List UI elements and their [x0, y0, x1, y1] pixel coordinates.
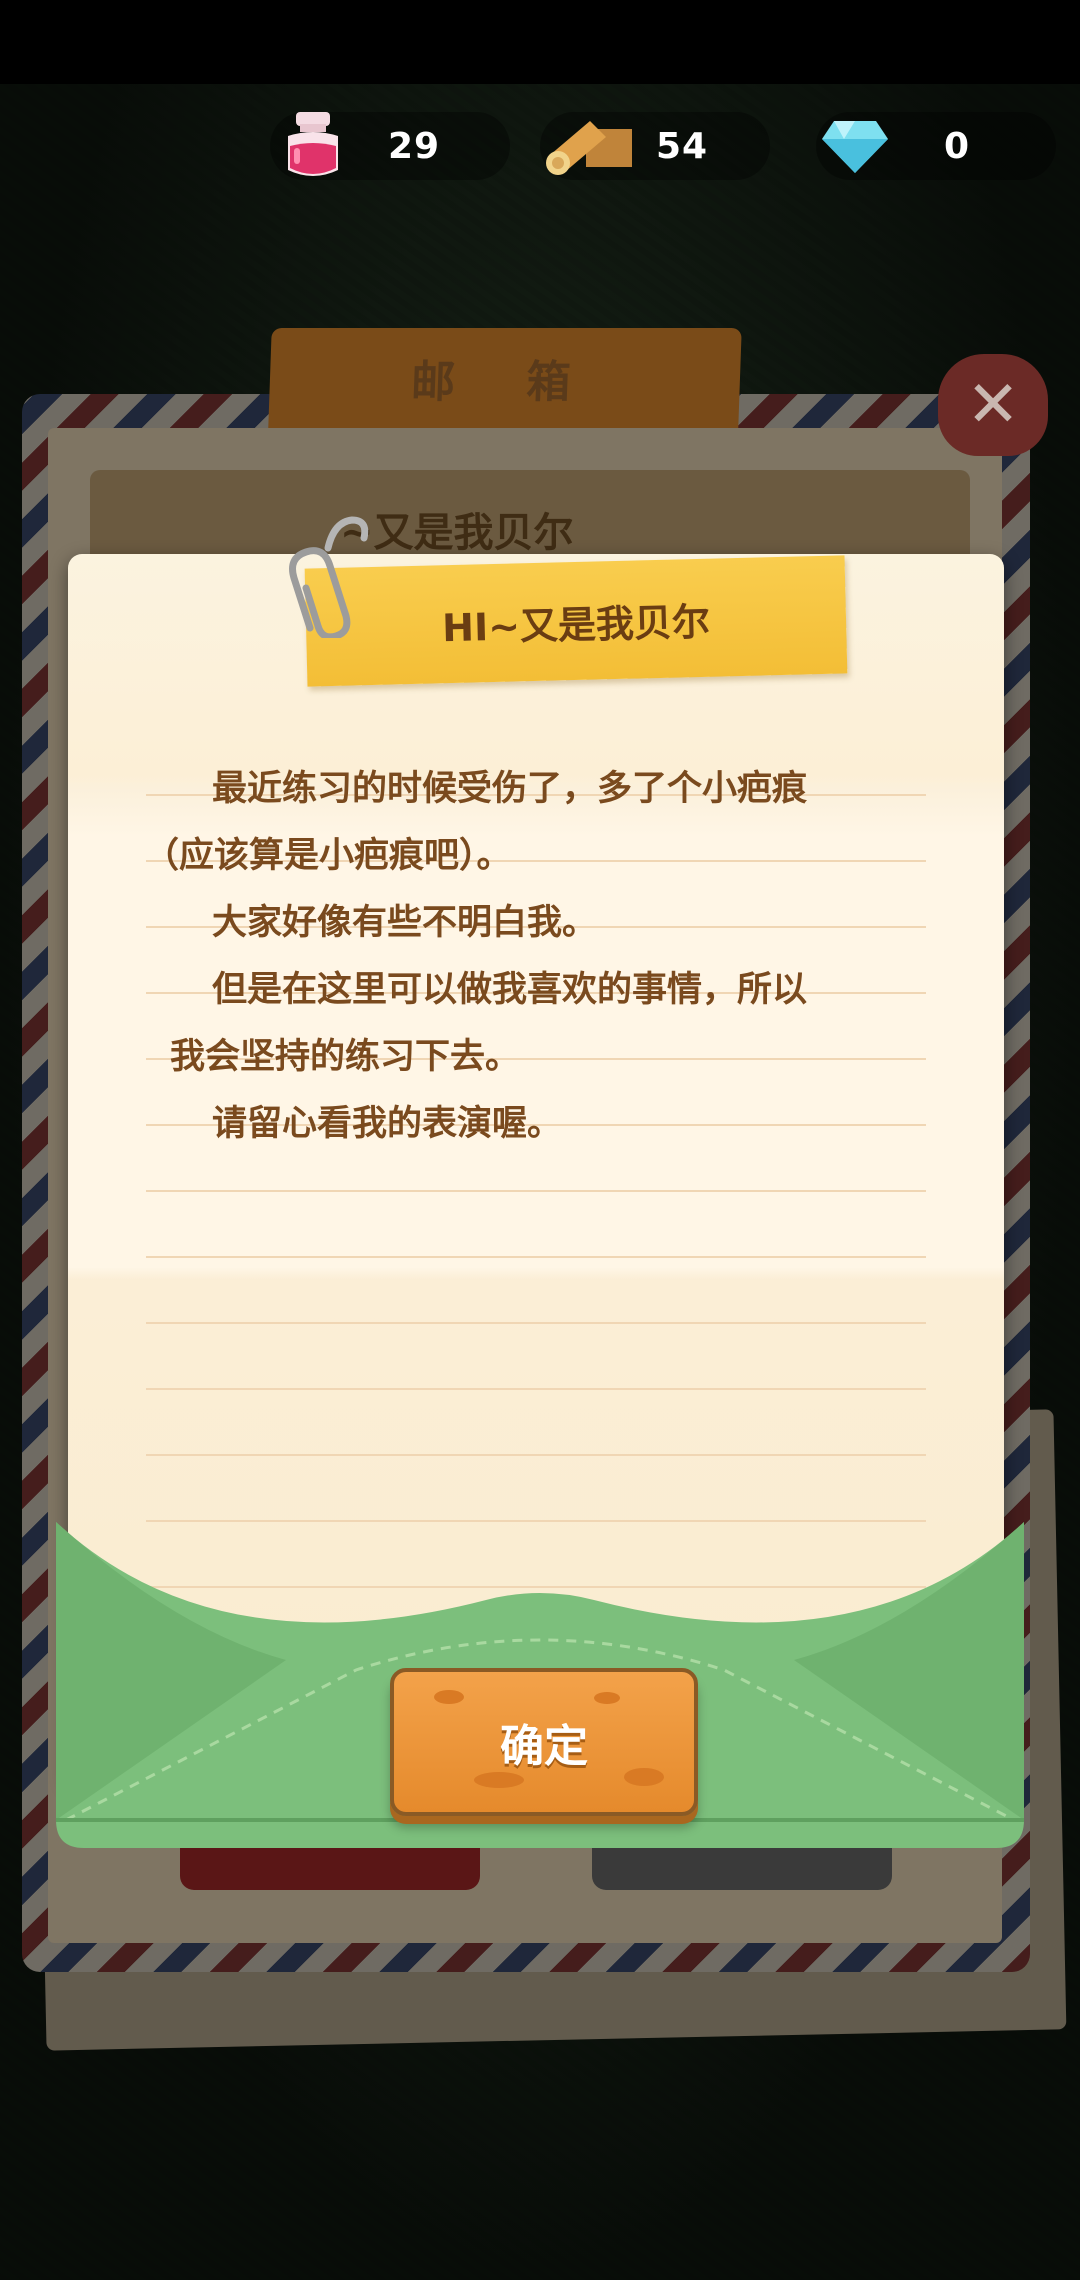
- diamond-icon: [822, 121, 888, 173]
- game-screen: 29 54 0 邮 箱 ✕ ~又是我贝尔 HI~又是我贝尔 最近练习的时候受伤了…: [0, 0, 1080, 2280]
- mailbox-title-tab: 邮 箱: [268, 328, 742, 428]
- confirm-label: 确定: [500, 1721, 588, 1772]
- resource-potion: 29: [270, 112, 510, 180]
- letter-title: HI~又是我贝尔: [441, 599, 711, 650]
- confirm-button[interactable]: 确定: [390, 1668, 698, 1816]
- letter-line: 我会坚持的练习下去。: [170, 1037, 521, 1077]
- letter-line: 请留心看我的表演喔。: [212, 1104, 563, 1144]
- mail-item-title: ~又是我贝尔: [340, 510, 574, 556]
- mailbox-title: 邮 箱: [410, 357, 600, 408]
- resource-wood: 54: [540, 112, 770, 180]
- close-button[interactable]: ✕: [938, 354, 1048, 456]
- letter-title-tape: HI~又是我贝尔: [304, 555, 848, 687]
- potion-count: 29: [388, 125, 441, 167]
- letter-line: 但是在这里可以做我喜欢的事情，所以: [212, 970, 808, 1010]
- letter-body: 最近练习的时候受伤了，多了个小疤痕 （应该算是小疤痕吧）。 大家好像有些不明白我…: [144, 756, 904, 1158]
- letter-line: （应该算是小疤痕吧）。: [144, 836, 512, 876]
- resource-diamond: 0: [816, 112, 1056, 180]
- paperclip-icon: [289, 516, 369, 638]
- wood-count: 54: [656, 125, 709, 167]
- status-bar: [0, 0, 1080, 84]
- wood-log-icon: [546, 121, 632, 175]
- letter-line: 最近练习的时候受伤了，多了个小疤痕: [212, 769, 808, 809]
- diamond-count: 0: [944, 125, 971, 167]
- letter-line: 大家好像有些不明白我。: [212, 903, 598, 943]
- close-icon: ✕: [966, 368, 1020, 442]
- potion-icon: [288, 112, 338, 176]
